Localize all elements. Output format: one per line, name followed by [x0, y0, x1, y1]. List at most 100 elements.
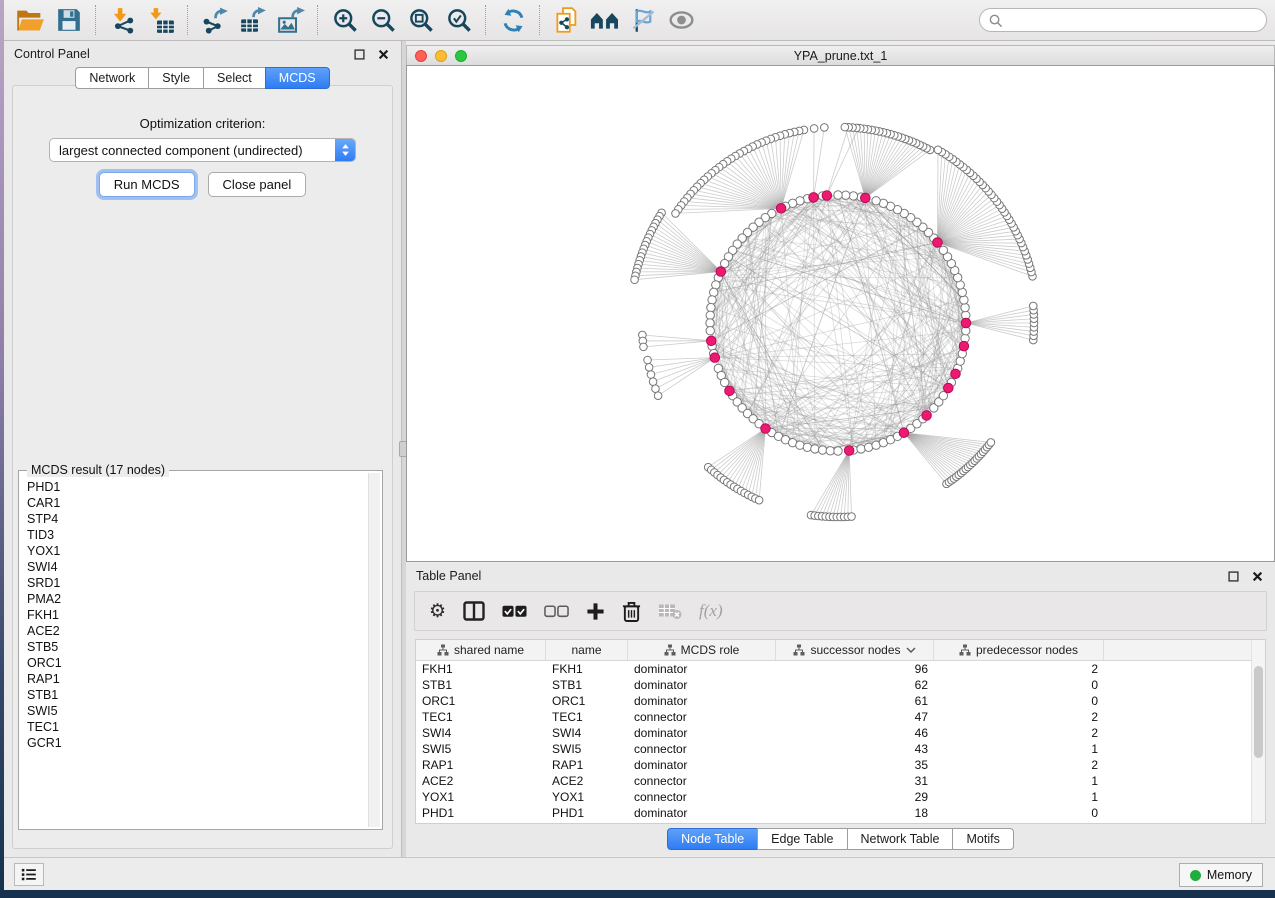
table-row[interactable]: FKH1FKH1dominator962 — [416, 661, 1265, 677]
network-node[interactable] — [755, 496, 763, 504]
network-node[interactable] — [818, 446, 826, 454]
network-node[interactable] — [672, 210, 680, 218]
table-settings-button[interactable]: ⚙ — [429, 597, 446, 625]
table-row[interactable]: ACE2ACE2connector311 — [416, 773, 1265, 789]
column-header-MCDS-role[interactable]: MCDS role — [628, 640, 776, 660]
mcds-result-item[interactable]: RAP1 — [27, 671, 368, 687]
network-node[interactable] — [961, 303, 969, 311]
network-node[interactable] — [707, 303, 715, 311]
network-node[interactable] — [706, 327, 714, 335]
mcds-result-item[interactable]: STP4 — [27, 511, 368, 527]
zoom-fit-button[interactable] — [404, 3, 438, 37]
hide-selected-button[interactable] — [626, 3, 660, 37]
network-node[interactable] — [706, 311, 714, 319]
network-node[interactable] — [899, 428, 909, 438]
mcds-result-item[interactable]: STB1 — [27, 687, 368, 703]
copy-style-button[interactable] — [550, 3, 584, 37]
network-node[interactable] — [860, 193, 870, 203]
float-panel-button[interactable] — [351, 46, 367, 62]
network-node[interactable] — [710, 353, 720, 363]
export-table-button[interactable] — [236, 3, 270, 37]
network-node[interactable] — [951, 369, 961, 379]
table-row[interactable]: SWI5SWI5connector431 — [416, 741, 1265, 757]
network-node[interactable] — [844, 446, 854, 456]
mcds-result-item[interactable]: ACE2 — [27, 623, 368, 639]
mcds-result-item[interactable]: SWI4 — [27, 559, 368, 575]
network-node[interactable] — [987, 439, 995, 447]
export-network-button[interactable] — [198, 3, 232, 37]
network-node[interactable] — [849, 192, 857, 200]
network-node[interactable] — [649, 378, 657, 386]
table-row[interactable]: RAP1RAP1dominator352 — [416, 757, 1265, 773]
network-node[interactable] — [821, 124, 829, 132]
apply-layout-button[interactable] — [496, 3, 530, 37]
show-columns-button[interactable] — [463, 597, 485, 625]
network-node[interactable] — [922, 411, 932, 421]
network-node[interactable] — [809, 193, 819, 203]
memory-button[interactable]: Memory — [1179, 863, 1263, 887]
network-node[interactable] — [720, 378, 728, 386]
network-node[interactable] — [841, 123, 849, 131]
tab-style[interactable]: Style — [148, 67, 203, 89]
tab-network[interactable]: Network — [75, 67, 148, 89]
network-node[interactable] — [811, 445, 819, 453]
mcds-result-item[interactable]: FKH1 — [27, 607, 368, 623]
run-mcds-button[interactable]: Run MCDS — [99, 172, 195, 197]
network-node[interactable] — [1029, 302, 1037, 310]
network-node[interactable] — [826, 447, 834, 455]
mcds-result-item[interactable]: STB5 — [27, 639, 368, 655]
network-node[interactable] — [640, 343, 648, 351]
create-column-button[interactable] — [586, 597, 605, 625]
network-node[interactable] — [960, 296, 968, 304]
mcds-result-item[interactable]: YOX1 — [27, 543, 368, 559]
tab-network-table[interactable]: Network Table — [847, 828, 953, 850]
table-row[interactable]: PHD1PHD1dominator180 — [416, 805, 1265, 821]
mcds-result-item[interactable]: GCR1 — [27, 735, 368, 751]
network-node[interactable] — [706, 319, 714, 327]
task-history-button[interactable] — [14, 863, 44, 886]
zoom-selected-button[interactable] — [442, 3, 476, 37]
network-node[interactable] — [842, 191, 850, 199]
tab-motifs[interactable]: Motifs — [952, 828, 1013, 850]
network-node[interactable] — [822, 191, 832, 201]
table-scrollbar[interactable] — [1251, 640, 1265, 823]
delete-table-button[interactable] — [658, 597, 682, 625]
scrollbar-thumb[interactable] — [1254, 666, 1263, 758]
open-file-button[interactable] — [14, 3, 48, 37]
network-node[interactable] — [716, 267, 726, 277]
close-mcds-panel-button[interactable]: Close panel — [208, 172, 307, 197]
mcds-result-item[interactable]: TEC1 — [27, 719, 368, 735]
tab-node-table[interactable]: Node Table — [667, 828, 757, 850]
function-builder-button[interactable]: f(x) — [699, 597, 723, 625]
network-node[interactable] — [803, 443, 811, 451]
network-node[interactable] — [959, 341, 969, 351]
column-header-successor-nodes[interactable]: successor nodes — [776, 640, 934, 660]
close-table-panel-button[interactable] — [1249, 568, 1265, 584]
delete-column-button[interactable] — [622, 597, 641, 625]
network-node[interactable] — [761, 424, 771, 434]
table-row[interactable]: SWI4SWI4dominator462 — [416, 725, 1265, 741]
mcds-result-item[interactable]: ORC1 — [27, 655, 368, 671]
network-node[interactable] — [834, 447, 842, 455]
mcds-result-item[interactable]: SRD1 — [27, 575, 368, 591]
network-graph[interactable] — [407, 66, 1274, 561]
tab-mcds[interactable]: MCDS — [265, 67, 330, 89]
column-header-predecessor-nodes[interactable]: predecessor nodes — [934, 640, 1104, 660]
network-node[interactable] — [647, 371, 655, 379]
search-box[interactable] — [979, 8, 1267, 32]
mcds-result-item[interactable]: PMA2 — [27, 591, 368, 607]
zoom-in-button[interactable] — [328, 3, 362, 37]
import-table-button[interactable] — [144, 3, 178, 37]
network-node[interactable] — [848, 513, 856, 521]
network-node[interactable] — [872, 197, 880, 205]
network-node[interactable] — [725, 386, 735, 396]
mcds-result-item[interactable]: SWI5 — [27, 703, 368, 719]
mcds-result-item[interactable]: PHD1 — [27, 479, 368, 495]
criterion-dropdown[interactable]: largest connected component (undirected) — [49, 138, 356, 162]
network-node[interactable] — [939, 246, 947, 254]
network-node[interactable] — [961, 318, 971, 328]
table-row[interactable]: ORC1ORC1dominator610 — [416, 693, 1265, 709]
network-node[interactable] — [645, 364, 653, 372]
column-header-shared-name[interactable]: shared name — [416, 640, 546, 660]
network-titlebar[interactable]: YPA_prune.txt_1 — [406, 45, 1275, 66]
